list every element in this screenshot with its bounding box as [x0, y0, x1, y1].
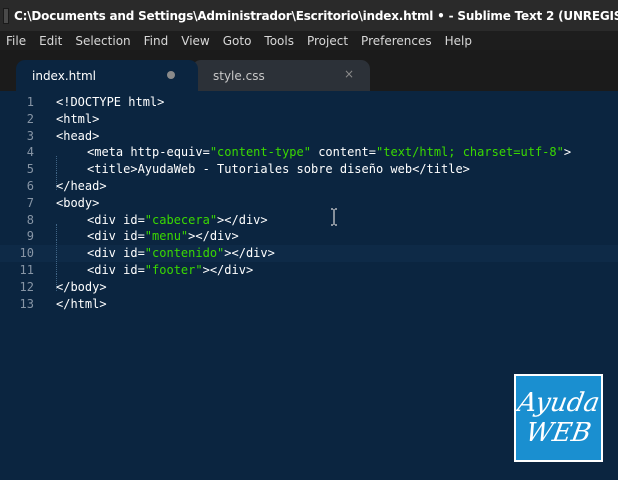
code-token: </body>	[56, 279, 107, 294]
logo-line-web: WEB	[523, 418, 594, 448]
code-line[interactable]: <div id="footer"></div>	[56, 262, 616, 291]
tab-style-css[interactable]: style.css ×	[192, 60, 370, 91]
line-number: 2	[26, 111, 34, 126]
string-token: "cabecera"	[144, 212, 218, 227]
code-line[interactable]: <div id="contenido"></div>	[56, 245, 616, 274]
code-line[interactable]: </body>	[56, 279, 616, 296]
code-line[interactable]: <div id="menu"></div>	[56, 228, 616, 258]
code-token: <!DOCTYPE html>	[56, 95, 165, 109]
logo-line-ayuda: Ayuda	[515, 388, 602, 418]
line-number: 3	[26, 128, 34, 143]
string-token: "menu"	[144, 229, 189, 244]
line-number: 13	[19, 296, 34, 311]
menu-help[interactable]: Help	[445, 34, 472, 48]
line-number: 9	[26, 229, 34, 244]
code-line[interactable]: <meta http-equiv="content-type" content=…	[56, 144, 616, 174]
menu-preferences[interactable]: Preferences	[361, 34, 432, 48]
sublime-text-icon	[3, 7, 9, 24]
string-token: "text/html; charset=utf-8"	[376, 145, 564, 160]
sublime-text-window: C:\Documents and Settings\Administrador\…	[0, 0, 618, 480]
menu-selection[interactable]: Selection	[75, 34, 130, 48]
line-number: 6	[26, 178, 34, 193]
ayudaweb-logo: Ayuda WEB	[514, 374, 603, 462]
tab-bar: style.css × index.html	[0, 50, 618, 91]
text-cursor-icon	[331, 208, 337, 226]
code-token: <div id=	[87, 246, 145, 261]
code-token: </head>	[56, 178, 107, 193]
code-line[interactable]: <!DOCTYPE html>	[56, 94, 616, 111]
code-token: <html>	[56, 111, 100, 126]
menu-bar: File Edit Selection Find View Goto Tools…	[0, 31, 618, 50]
code-token: <div id=	[87, 212, 145, 227]
line-number: 12	[19, 279, 34, 294]
code-token: ></div>	[202, 262, 254, 277]
string-token: "footer"	[144, 262, 203, 277]
line-number: 8	[26, 212, 34, 227]
menu-tools[interactable]: Tools	[264, 34, 294, 48]
menu-view[interactable]: View	[181, 34, 209, 48]
window-title: C:\Documents and Settings\Administrador\…	[14, 8, 618, 23]
code-token: content=	[310, 145, 377, 160]
menu-find[interactable]: Find	[144, 34, 169, 48]
line-number: 10	[19, 246, 34, 261]
code-token: <body>	[56, 195, 100, 210]
line-number: 11	[19, 262, 34, 277]
tab-index-html[interactable]: index.html	[16, 60, 198, 91]
close-icon[interactable]: ×	[344, 67, 354, 81]
unsaved-dot-icon[interactable]	[167, 71, 175, 79]
code-token: <head>	[56, 128, 100, 143]
code-line[interactable]: <head>	[56, 128, 616, 145]
code-line[interactable]: <html>	[56, 111, 616, 128]
code-line[interactable]: </head>	[56, 178, 616, 195]
line-number: 7	[26, 195, 34, 210]
code-line[interactable]: <title>AyudaWeb - Tutoriales sobre diseñ…	[56, 161, 616, 190]
code-token: ></div>	[188, 229, 239, 244]
code-line[interactable]: </html>	[56, 296, 616, 313]
menu-edit[interactable]: Edit	[39, 34, 62, 48]
line-number: 1	[26, 95, 34, 109]
code-token: <div id=	[87, 262, 145, 277]
code-token: </html>	[56, 296, 107, 311]
line-number: 4	[26, 145, 34, 160]
code-token: <title>AyudaWeb - Tutoriales sobre diseñ…	[87, 162, 470, 177]
code-token: <div id=	[87, 229, 145, 244]
menu-goto[interactable]: Goto	[223, 34, 252, 48]
code-area[interactable]: <!DOCTYPE html> <html> <head> <meta http-eq…	[56, 94, 616, 312]
menu-project[interactable]: Project	[307, 34, 348, 48]
line-number: 5	[26, 162, 34, 177]
code-token: ></div>	[217, 212, 268, 227]
code-token: ></div>	[224, 246, 275, 261]
code-token: >	[563, 145, 572, 160]
title-bar: C:\Documents and Settings\Administrador\…	[0, 0, 618, 31]
tab-label: index.html	[32, 68, 96, 83]
tab-label: style.css	[213, 68, 265, 83]
menu-file[interactable]: File	[6, 34, 26, 48]
code-token: <meta http-equiv=	[87, 145, 210, 160]
string-token: "contenido"	[144, 246, 225, 261]
string-token: "content-type"	[209, 145, 311, 160]
line-number-gutter: 1 2 3 4 5 6 7 8 9 10 11 12 13	[0, 94, 34, 312]
